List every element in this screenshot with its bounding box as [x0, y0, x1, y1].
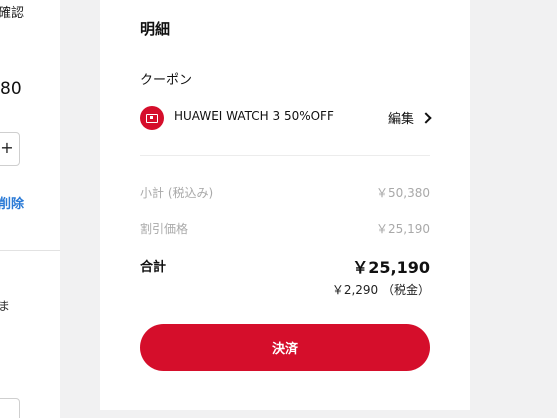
coupon-edit-button[interactable]: 編集: [387, 108, 432, 127]
coupon-label: クーポン: [140, 73, 193, 88]
total-label: 合計: [140, 260, 167, 275]
coupon-edit-label: 編集: [387, 112, 414, 127]
summary-title: 明細: [140, 20, 171, 38]
discount-label: 割引価格: [140, 222, 189, 236]
cart-panel: 確認 80 + 削除 ま: [0, 0, 60, 418]
total-value: ￥25,190: [352, 258, 430, 277]
confirm-text: 確認: [0, 6, 25, 21]
coupon-row[interactable]: HUAWEI WATCH 3 50%OFF 編集: [140, 106, 432, 130]
divider: [0, 250, 60, 251]
quantity-plus-button[interactable]: +: [0, 132, 20, 166]
tax-text: ￥2,290 （税金）: [331, 283, 430, 297]
order-summary-card: 明細 クーポン HUAWEI WATCH 3 50%OFF 編集 小計 (税込み…: [100, 0, 470, 410]
chevron-right-icon: [420, 112, 432, 124]
quantity-box[interactable]: [0, 398, 20, 418]
summary-divider: [140, 155, 430, 156]
item-price: 80: [0, 79, 22, 99]
delete-link[interactable]: 削除: [0, 193, 24, 212]
subtotal-label: 小計 (税込み): [140, 186, 214, 200]
coupon-tag-icon: [140, 106, 164, 130]
coupon-name: HUAWEI WATCH 3 50%OFF: [174, 109, 334, 123]
subtotal-value: ￥50,380: [376, 186, 430, 200]
checkout-button[interactable]: 決済: [140, 324, 430, 371]
discount-value: ￥25,190: [376, 222, 430, 236]
item-note-text: ま: [0, 299, 11, 313]
